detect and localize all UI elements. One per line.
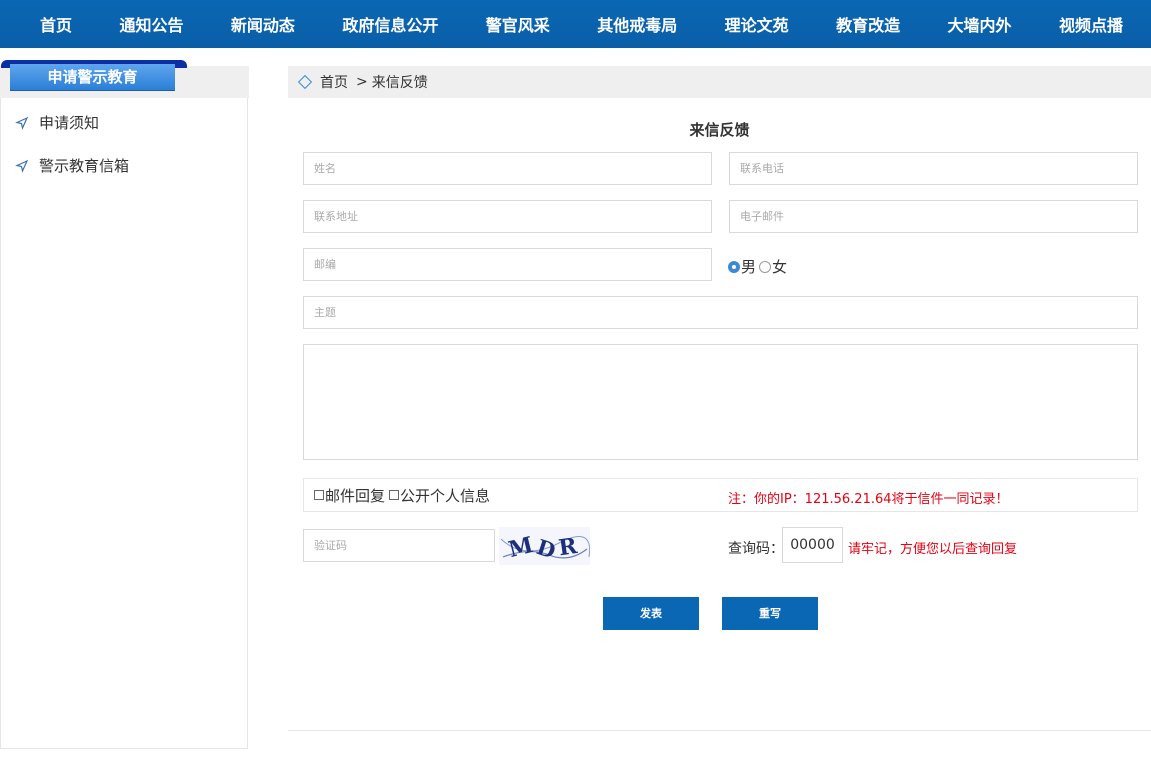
breadcrumb-current: 来信反馈 bbox=[371, 75, 428, 91]
query-code-note: 请牢记，方便您以后查询回复 bbox=[848, 542, 1018, 557]
send-icon bbox=[15, 116, 29, 130]
send-icon bbox=[15, 159, 29, 173]
male-radio[interactable] bbox=[728, 260, 740, 273]
male-label: 男 bbox=[741, 258, 757, 276]
phone-input[interactable] bbox=[729, 152, 1138, 185]
female-radio[interactable] bbox=[759, 260, 772, 273]
ip-notice: 注：你的IP：121.56.21.64将于信件一同记录！ bbox=[728, 492, 1009, 507]
sidebar-title: 申请警示教育 bbox=[10, 64, 175, 90]
captcha-input[interactable] bbox=[303, 529, 495, 562]
gender-radio-group: 男 女 bbox=[728, 256, 787, 277]
email-reply-checkbox[interactable] bbox=[314, 490, 324, 500]
subject-input[interactable] bbox=[303, 296, 1138, 329]
breadcrumb: 首页 > 来信反馈 bbox=[288, 66, 1151, 98]
sidebar-title-ribbon: 申请警示教育 bbox=[1, 60, 187, 98]
submit-button[interactable]: 发表 bbox=[603, 597, 699, 630]
name-input[interactable] bbox=[303, 152, 712, 185]
options-bar: 邮件回复 公开个人信息 注：你的IP：121.56.21.64将于信件一同记录！ bbox=[303, 478, 1138, 512]
reset-button[interactable]: 重写 bbox=[722, 597, 818, 630]
sidebar-item-mailbox[interactable]: 警示教育信箱 bbox=[15, 155, 129, 176]
nav-item-home[interactable]: 首页 bbox=[40, 12, 72, 36]
nav-item-other-bureaus[interactable]: 其他戒毒局 bbox=[597, 12, 677, 36]
diamond-icon bbox=[297, 74, 313, 90]
public-info-checkbox[interactable] bbox=[389, 490, 400, 500]
sidebar: 申请警示教育 申请须知 警示教育信箱 bbox=[0, 60, 249, 749]
nav-item-officers[interactable]: 警官风采 bbox=[486, 12, 550, 36]
address-input[interactable] bbox=[303, 200, 712, 233]
nav-item-inside-outside[interactable]: 大墙内外 bbox=[948, 12, 1012, 36]
breadcrumb-separator: > bbox=[356, 74, 368, 90]
top-nav: 首页 通知公告 新闻动态 政府信息公开 警官风采 其他戒毒局 理论文苑 教育改造… bbox=[0, 0, 1151, 48]
sidebar-item-label: 申请须知 bbox=[39, 114, 100, 132]
main-panel: 首页 > 来信反馈 来信反馈 男 女 邮件回复 公开个人信息 注：你的IP：12… bbox=[288, 66, 1151, 731]
nav-item-theory[interactable]: 理论文苑 bbox=[725, 12, 789, 36]
nav-item-video[interactable]: 视频点播 bbox=[1059, 12, 1123, 36]
zip-input[interactable] bbox=[303, 248, 712, 281]
email-input[interactable] bbox=[729, 200, 1138, 233]
sidebar-item-label: 警示教育信箱 bbox=[39, 157, 130, 175]
captcha-image[interactable]: M D R bbox=[499, 527, 590, 565]
nav-item-gov-info[interactable]: 政府信息公开 bbox=[342, 12, 438, 36]
email-reply-label: 邮件回复 bbox=[325, 486, 386, 505]
nav-item-news[interactable]: 新闻动态 bbox=[231, 12, 295, 36]
breadcrumb-home[interactable]: 首页 bbox=[320, 72, 348, 92]
nav-item-notices[interactable]: 通知公告 bbox=[119, 12, 183, 36]
query-code-field: 00000 bbox=[782, 527, 843, 563]
form-title: 来信反馈 bbox=[689, 121, 750, 139]
female-label: 女 bbox=[772, 258, 788, 276]
public-info-label: 公开个人信息 bbox=[400, 486, 491, 505]
sidebar-item-apply-notes[interactable]: 申请须知 bbox=[15, 112, 99, 133]
nav-item-education[interactable]: 教育改造 bbox=[836, 12, 900, 36]
content-textarea[interactable] bbox=[303, 344, 1138, 460]
query-code-label: 查询码： bbox=[728, 541, 784, 557]
